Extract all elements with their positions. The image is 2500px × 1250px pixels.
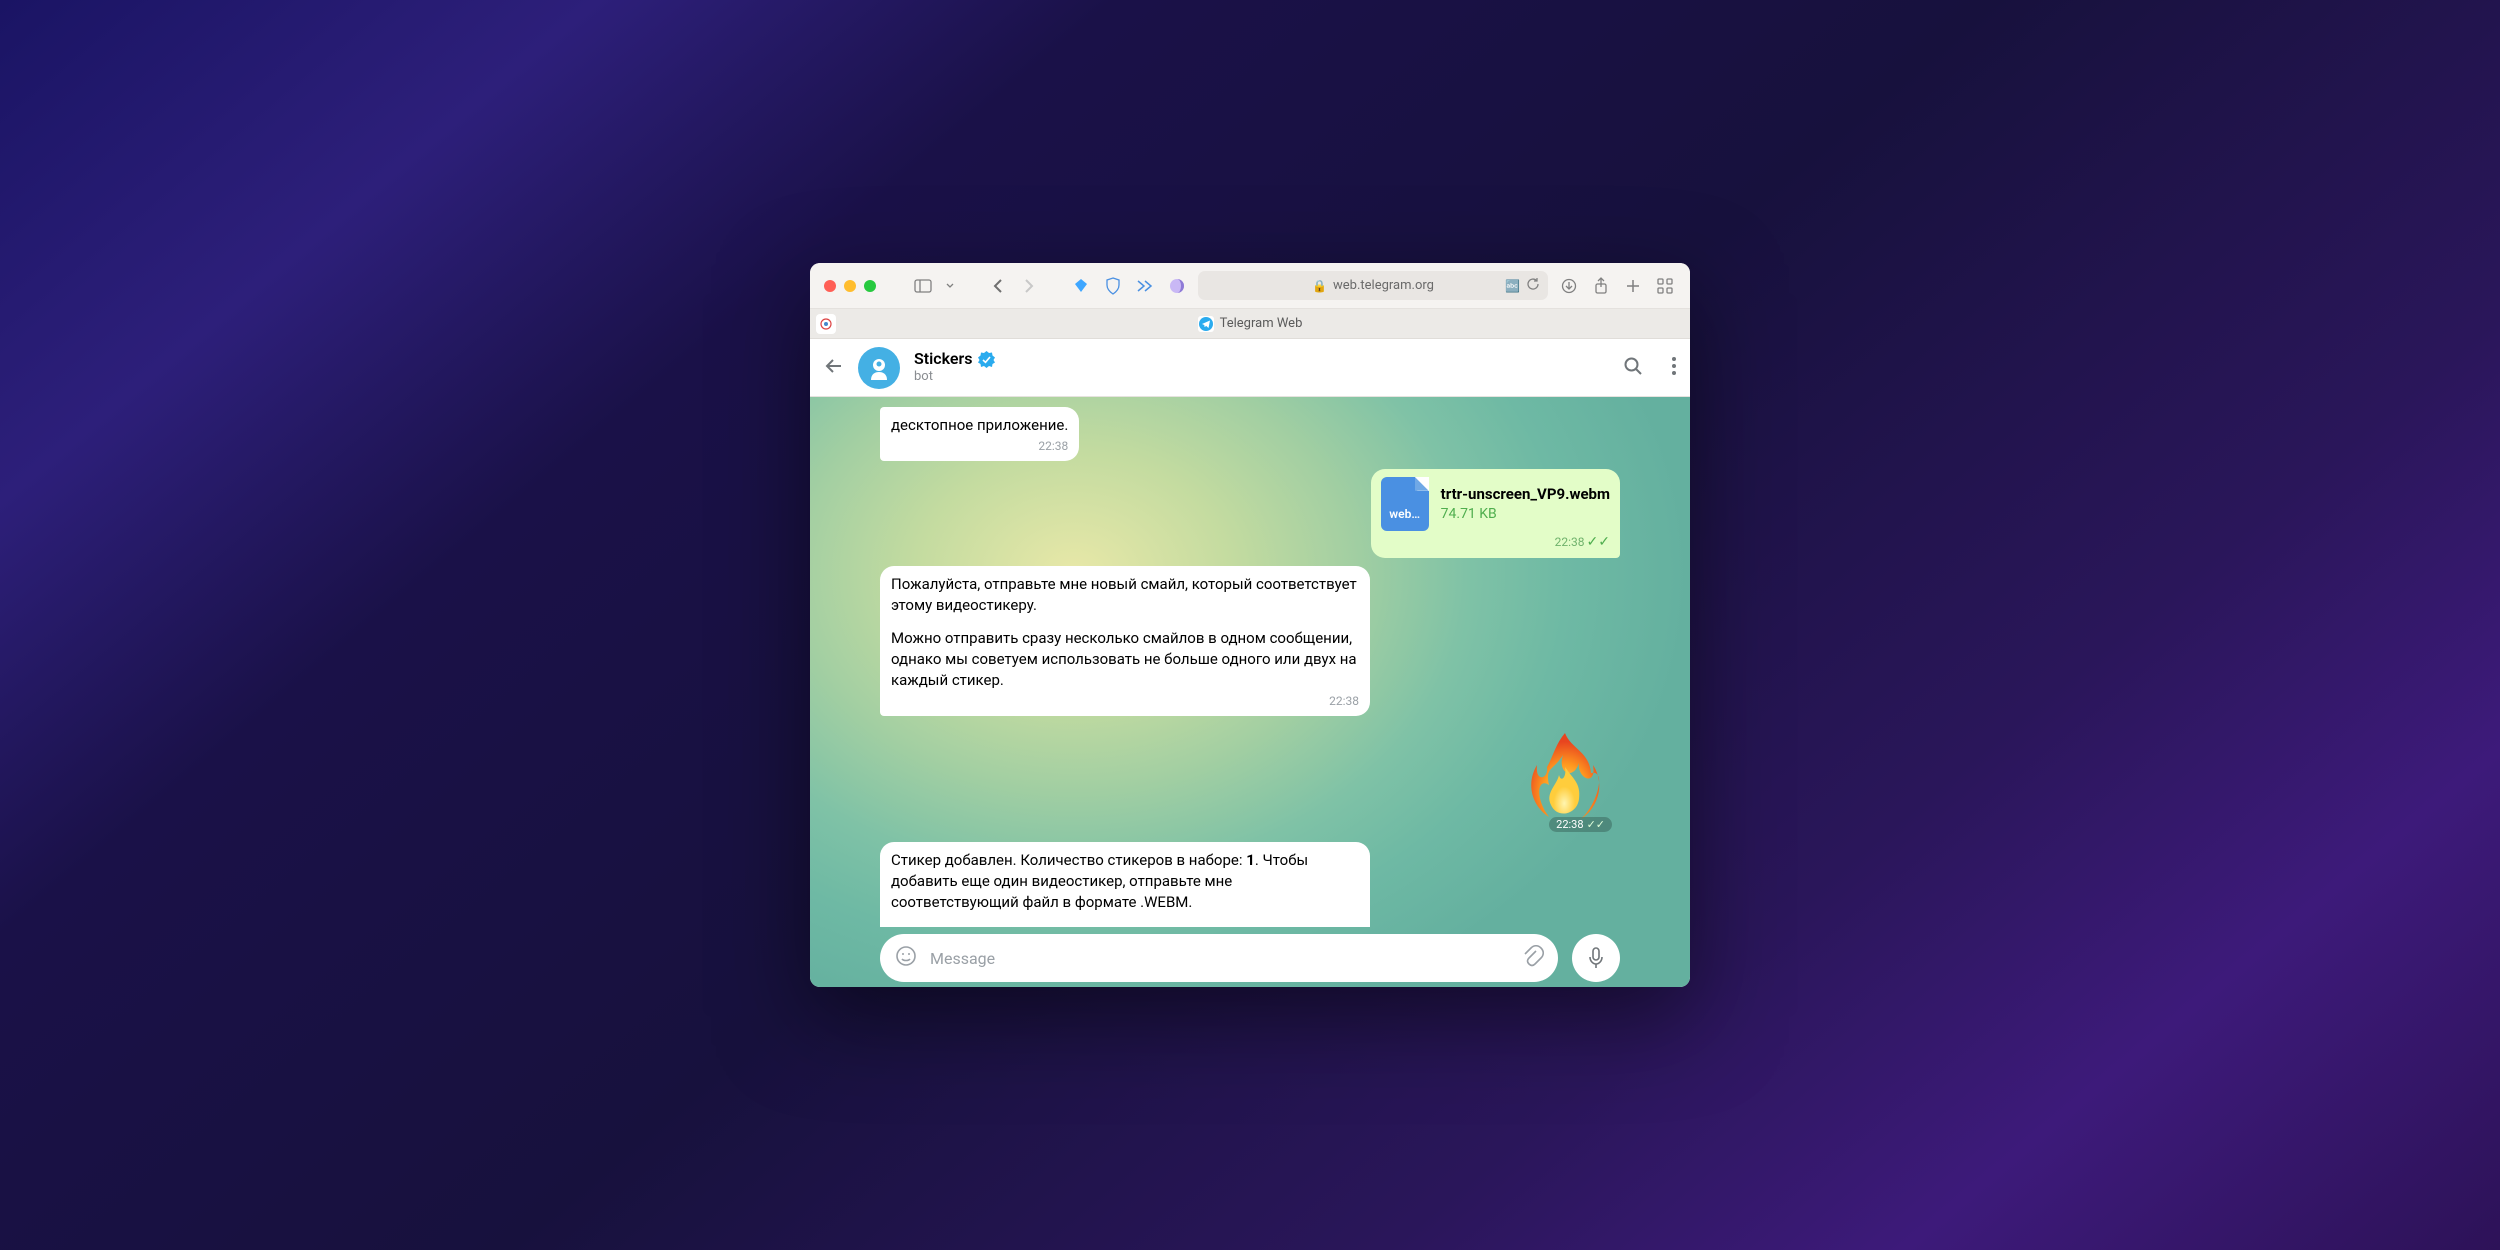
chat-subtitle: bot <box>914 369 1594 385</box>
downloads-icon[interactable] <box>1558 275 1580 297</box>
tab-bar: Telegram Web <box>810 309 1690 339</box>
share-icon[interactable] <box>1590 275 1612 297</box>
back-icon[interactable] <box>824 356 844 380</box>
sticker-time: 22:38 ✓✓ <box>1549 817 1612 832</box>
sticker-fire[interactable]: 22:38 ✓✓ <box>1510 724 1620 834</box>
message-time: 22:38 <box>891 438 1068 455</box>
chat-title-area[interactable]: Stickers bot <box>914 349 1594 385</box>
window-controls <box>824 280 876 292</box>
message-file-out[interactable]: web… trtr-unscreen_VP9.webm 74.71 KB 22:… <box>1371 469 1620 559</box>
shield-icon[interactable] <box>1102 275 1124 297</box>
chat-name: Stickers <box>914 349 973 369</box>
message-in[interactable]: Стикер добавлен. Количество стикеров в н… <box>880 842 1370 927</box>
tab-favicon <box>1198 316 1214 332</box>
telegram-web: Stickers bot десктопное приложение. 22:3… <box>810 339 1690 987</box>
more-menu-icon[interactable] <box>1672 357 1676 379</box>
back-button[interactable] <box>986 275 1008 297</box>
voice-record-button[interactable] <box>1572 934 1620 982</box>
attach-icon[interactable] <box>1522 945 1544 971</box>
minimize-window-button[interactable] <box>844 280 856 292</box>
message-input-wrap <box>880 934 1558 982</box>
sidebar-chevron-icon[interactable] <box>944 275 956 297</box>
message-time: 22:38 <box>891 693 1359 710</box>
chat-header: Stickers bot <box>810 339 1690 397</box>
read-checks-icon: ✓✓ <box>1587 818 1605 831</box>
sidebar-toggle-icon[interactable] <box>912 275 934 297</box>
tab-overview-icon[interactable] <box>1654 275 1676 297</box>
translate-icon[interactable]: 🔤 <box>1505 279 1520 293</box>
message-input[interactable] <box>930 949 1510 968</box>
url-text: web.telegram.org <box>1333 278 1434 293</box>
composer <box>810 929 1690 987</box>
file-icon: web… <box>1381 477 1429 531</box>
forward-button[interactable] <box>1018 275 1040 297</box>
search-icon[interactable] <box>1622 355 1644 381</box>
chat-messages: десктопное приложение. 22:38 web… trtr-u… <box>810 397 1690 927</box>
extension-icon[interactable] <box>1070 275 1092 297</box>
night-mode-icon[interactable] <box>1166 275 1188 297</box>
fast-forward-icon[interactable] <box>1134 275 1156 297</box>
safari-window: 🔒 web.telegram.org 🔤 <box>810 263 1690 987</box>
tab-title: Telegram Web <box>1220 316 1303 331</box>
file-name: trtr-unscreen_VP9.webm <box>1441 484 1610 505</box>
file-size: 74.71 KB <box>1441 505 1610 525</box>
zoom-window-button[interactable] <box>864 280 876 292</box>
message-in[interactable]: Пожалуйста, отправьте мне новый смайл, к… <box>880 566 1370 716</box>
pinned-tab[interactable] <box>816 314 836 334</box>
avatar[interactable] <box>858 347 900 389</box>
address-bar[interactable]: 🔒 web.telegram.org 🔤 <box>1198 271 1548 300</box>
message-in[interactable]: десктопное приложение. 22:38 <box>880 407 1079 461</box>
emoji-picker-icon[interactable] <box>894 944 918 972</box>
read-checks-icon: ✓✓ <box>1587 534 1610 550</box>
browser-toolbar: 🔒 web.telegram.org 🔤 <box>810 263 1690 309</box>
verified-icon <box>978 351 995 368</box>
reload-icon[interactable] <box>1526 277 1540 295</box>
lock-icon: 🔒 <box>1312 279 1327 293</box>
close-window-button[interactable] <box>824 280 836 292</box>
new-tab-icon[interactable] <box>1622 275 1644 297</box>
